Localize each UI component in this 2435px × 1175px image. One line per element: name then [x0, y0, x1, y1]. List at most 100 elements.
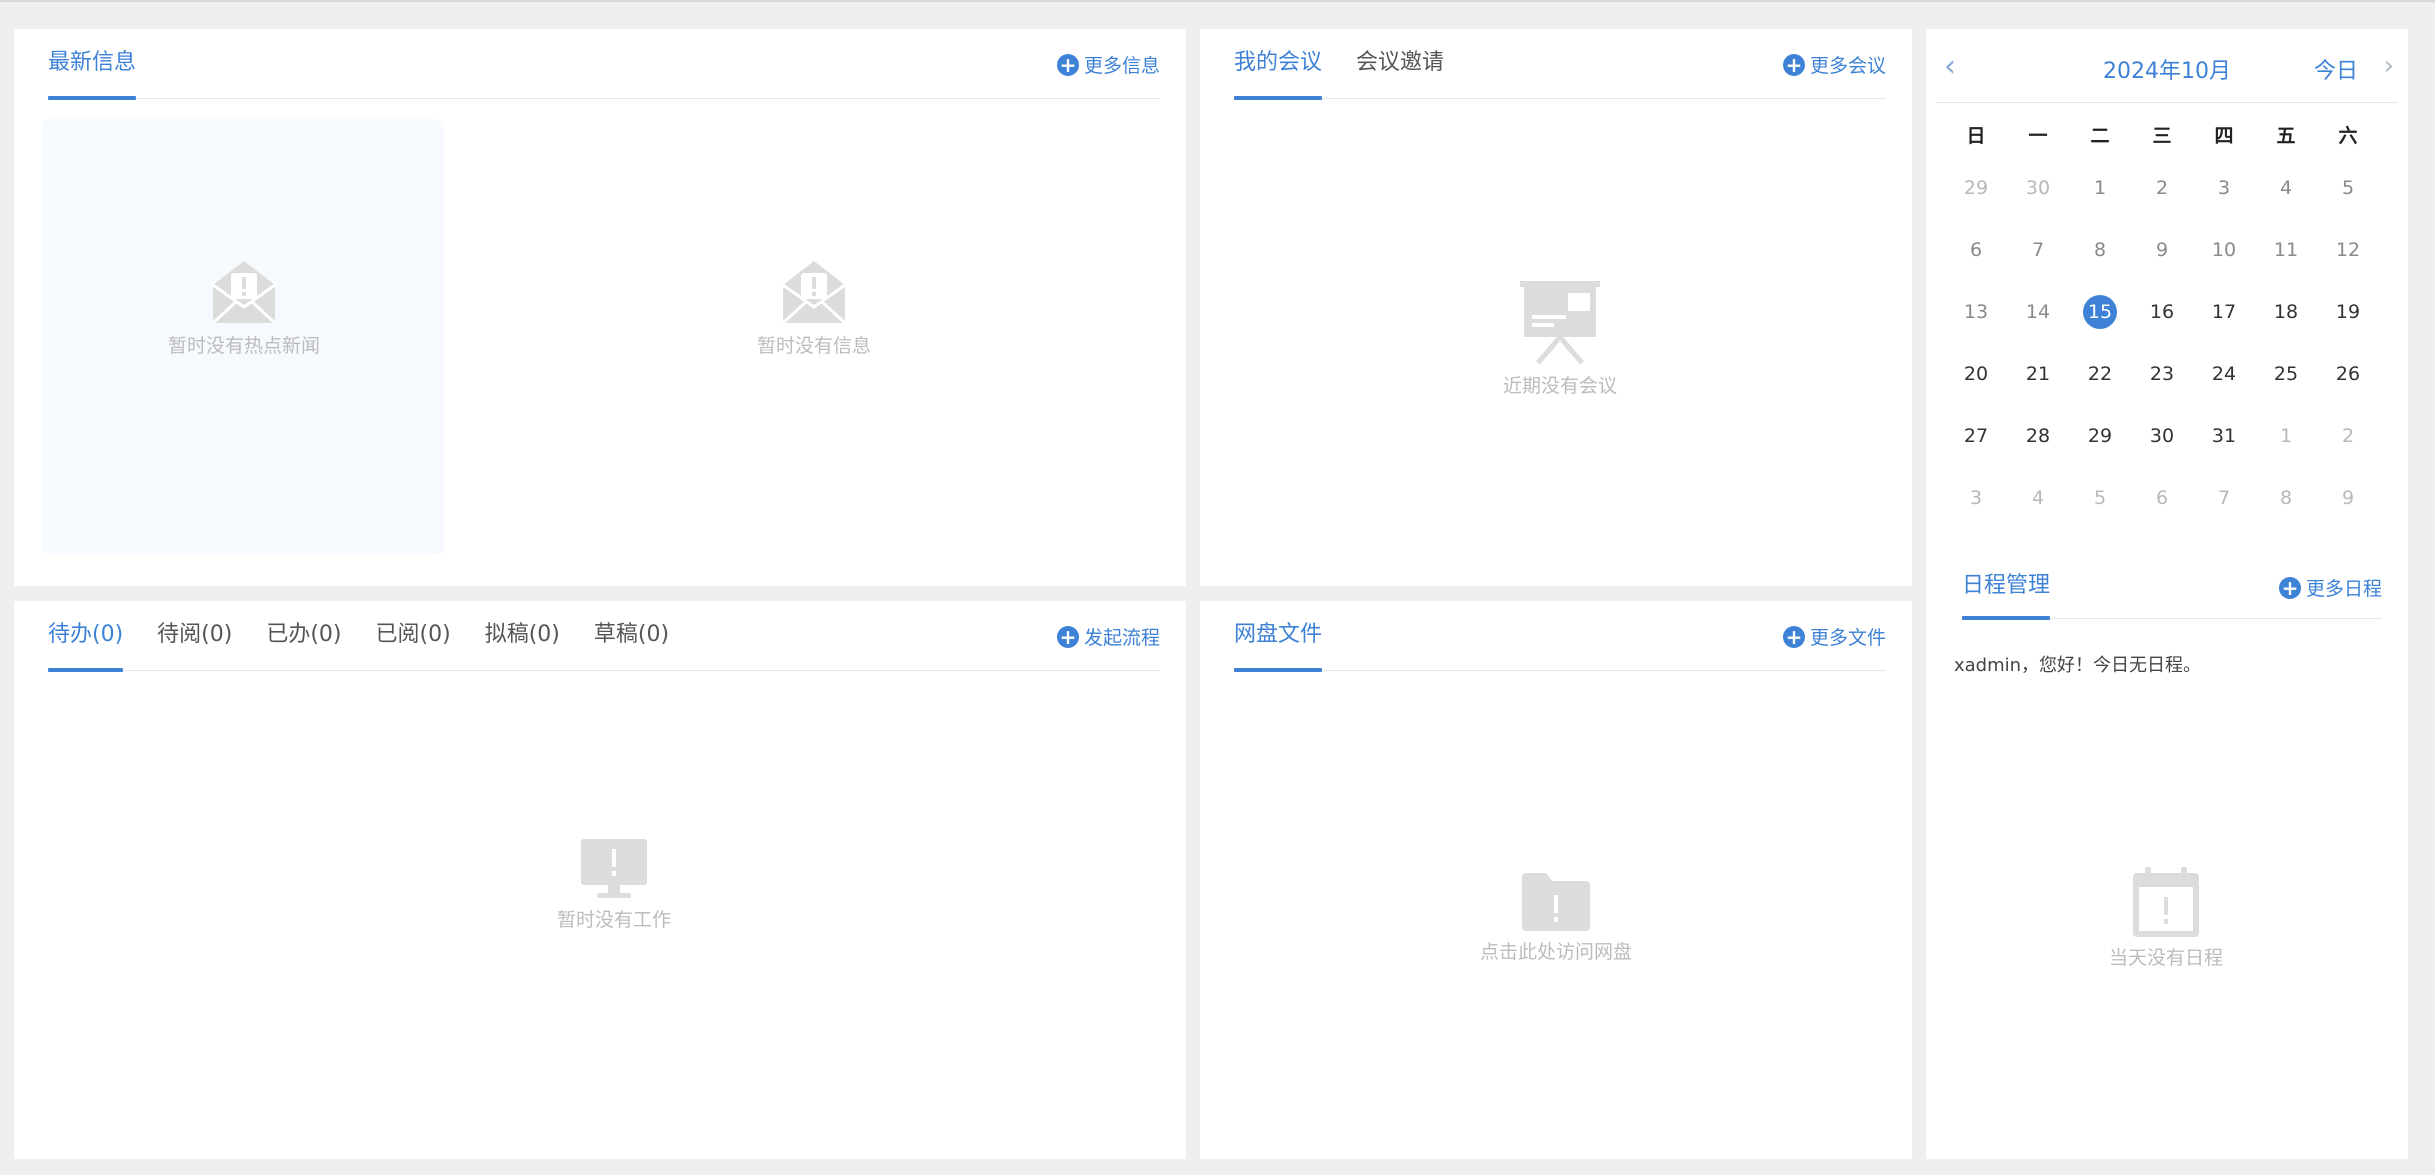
calendar-day[interactable]: 3	[2193, 177, 2255, 239]
calendar-day[interactable]: 5	[2317, 177, 2379, 239]
calendar-day[interactable]: 8	[2255, 487, 2317, 549]
disk-empty-text: 点击此处访问网盘	[1479, 941, 1632, 963]
calendar-day[interactable]: 16	[2131, 301, 2193, 363]
more-meetings-link[interactable]: + 更多会议	[1782, 51, 1886, 78]
tab-disk-files[interactable]: 网盘文件	[1234, 601, 1323, 672]
tab-schedule[interactable]: 日程管理	[1962, 554, 2051, 620]
news-header: 最新信息 + 更多信息	[48, 29, 1160, 100]
more-schedule-link[interactable]: + 更多日程	[2278, 574, 2382, 601]
calendar-day[interactable]: 21	[2007, 363, 2069, 425]
calendar-day[interactable]: 8	[2069, 239, 2131, 301]
tab-done[interactable]: 已办(0)	[266, 601, 341, 671]
presentation-board-icon	[1520, 281, 1600, 365]
schedule-greeting: xadmin，您好！今日无日程。	[1954, 655, 2202, 676]
schedule-header: 日程管理 + 更多日程	[1962, 554, 2382, 620]
todo-empty-text: 暂时没有工作	[556, 909, 671, 931]
schedule-empty-text: 当天没有日程	[2108, 947, 2223, 969]
calendar-day[interactable]: 6	[2131, 487, 2193, 549]
calendar-day[interactable]: 5	[2069, 487, 2131, 549]
todo-empty: 暂时没有工作	[534, 837, 694, 932]
folder-alert-icon	[1522, 873, 1590, 931]
plus-circle-icon: +	[1782, 625, 1805, 648]
plus-circle-icon: +	[2278, 576, 2301, 599]
calendar-day[interactable]: 22	[2069, 363, 2131, 425]
calendar-day[interactable]: 4	[2255, 177, 2317, 239]
tab-my-meetings[interactable]: 我的会议	[1234, 29, 1323, 100]
disk-header: 网盘文件 + 更多文件	[1234, 601, 1886, 672]
more-meetings-label: 更多会议	[1809, 55, 1886, 77]
calendar-day[interactable]: 26	[2317, 363, 2379, 425]
calendar-day[interactable]: 1	[2069, 177, 2131, 239]
calendar-week: 27 28 29 30 31 1 2	[1945, 425, 2379, 487]
disk-panel: 网盘文件 + 更多文件 点击此处访问网盘	[1200, 601, 1912, 1159]
tab-drafting[interactable]: 拟稿(0)	[485, 601, 560, 671]
calendar-day[interactable]: 19	[2317, 301, 2379, 363]
envelope-alert-icon	[211, 261, 277, 325]
calendar-day[interactable]: 27	[1945, 425, 2007, 487]
tab-read[interactable]: 已阅(0)	[376, 601, 451, 671]
todo-tabs: 待办(0) 待阅(0) 已办(0) 已阅(0) 拟稿(0) 草稿(0)	[48, 601, 1160, 672]
calendar-day[interactable]: 23	[2131, 363, 2193, 425]
calendar-day-today[interactable]: 15	[2069, 295, 2131, 363]
calendar-day[interactable]: 12	[2317, 239, 2379, 301]
calendar-day[interactable]: 20	[1945, 363, 2007, 425]
info-empty-text: 暂时没有信息	[756, 335, 871, 357]
today-button[interactable]: 今日	[2314, 53, 2358, 85]
calendar-day[interactable]: 7	[2007, 239, 2069, 301]
more-files-label: 更多文件	[1809, 627, 1886, 649]
more-files-link[interactable]: + 更多文件	[1782, 623, 1886, 650]
calendar-day[interactable]: 3	[1945, 487, 2007, 549]
weekday-row: 日 一 二 三 四 五 六	[1945, 121, 2379, 177]
calendar-grid: 日 一 二 三 四 五 六 29 30 1 2 3 4 5 6 7 8 9 10…	[1945, 121, 2379, 549]
plus-circle-icon: +	[1782, 53, 1805, 76]
calendar-day[interactable]: 2	[2131, 177, 2193, 239]
tab-latest-news[interactable]: 最新信息	[48, 29, 137, 100]
calendar-day[interactable]: 1	[2255, 425, 2317, 487]
calendar-day[interactable]: 7	[2193, 487, 2255, 549]
calendar-week: 20 21 22 23 24 25 26	[1945, 363, 2379, 425]
more-news-link[interactable]: + 更多信息	[1056, 51, 1160, 78]
meeting-empty: 近期没有会议	[1470, 279, 1650, 398]
meeting-empty-text: 近期没有会议	[1502, 375, 1617, 397]
calendar-week: 6 7 8 9 10 11 12	[1945, 239, 2379, 301]
envelope-alert-icon	[781, 261, 847, 325]
meeting-panel: 我的会议 会议邀请 + 更多会议 近期没有会议	[1200, 29, 1912, 586]
plus-circle-icon: +	[1056, 625, 1079, 648]
disk-empty-link[interactable]: 点击此处访问网盘	[1456, 871, 1656, 964]
calendar-day[interactable]: 4	[2007, 487, 2069, 549]
calendar-day[interactable]: 2	[2317, 425, 2379, 487]
calendar-day[interactable]: 6	[1945, 239, 2007, 301]
calendar-day[interactable]: 24	[2193, 363, 2255, 425]
tab-to-read[interactable]: 待阅(0)	[157, 601, 232, 671]
schedule-empty: 当天没有日程	[2086, 865, 2246, 970]
calendar-week: 29 30 1 2 3 4 5	[1945, 177, 2379, 239]
calendar-day[interactable]: 29	[2069, 425, 2131, 487]
calendar-day[interactable]: 9	[2317, 487, 2379, 549]
plus-circle-icon: +	[1056, 53, 1079, 76]
news-tabs: 最新信息	[48, 29, 1160, 100]
calendar-day[interactable]: 13	[1945, 301, 2007, 363]
news-panel: 最新信息 + 更多信息 暂时没有热点新闻 暂时没有信息	[14, 29, 1186, 586]
calendar-day[interactable]: 14	[2007, 301, 2069, 363]
calendar-header: ‹ 2024年10月 今日 ›	[1936, 29, 2398, 103]
hot-news-empty-text: 暂时没有热点新闻	[167, 335, 320, 357]
calendar-day[interactable]: 29	[1945, 177, 2007, 239]
more-schedule-label: 更多日程	[2305, 578, 2382, 600]
top-border	[0, 0, 2435, 2]
calendar-day[interactable]: 17	[2193, 301, 2255, 363]
calendar-day[interactable]: 30	[2131, 425, 2193, 487]
tab-drafts[interactable]: 草稿(0)	[594, 601, 669, 671]
tab-meeting-invites[interactable]: 会议邀请	[1356, 29, 1444, 99]
calendar-day[interactable]: 10	[2193, 239, 2255, 301]
calendar-day[interactable]: 18	[2255, 301, 2317, 363]
calendar-day[interactable]: 31	[2193, 425, 2255, 487]
calendar-day[interactable]: 11	[2255, 239, 2317, 301]
calendar-day[interactable]: 9	[2131, 239, 2193, 301]
start-process-link[interactable]: + 发起流程	[1056, 623, 1160, 650]
calendar-day[interactable]: 25	[2255, 363, 2317, 425]
calendar-day[interactable]: 28	[2007, 425, 2069, 487]
tab-todo[interactable]: 待办(0)	[48, 601, 124, 672]
calendar-day[interactable]: 30	[2007, 177, 2069, 239]
next-month-icon[interactable]: ›	[2384, 51, 2394, 81]
info-empty: 暂时没有信息	[744, 255, 884, 358]
